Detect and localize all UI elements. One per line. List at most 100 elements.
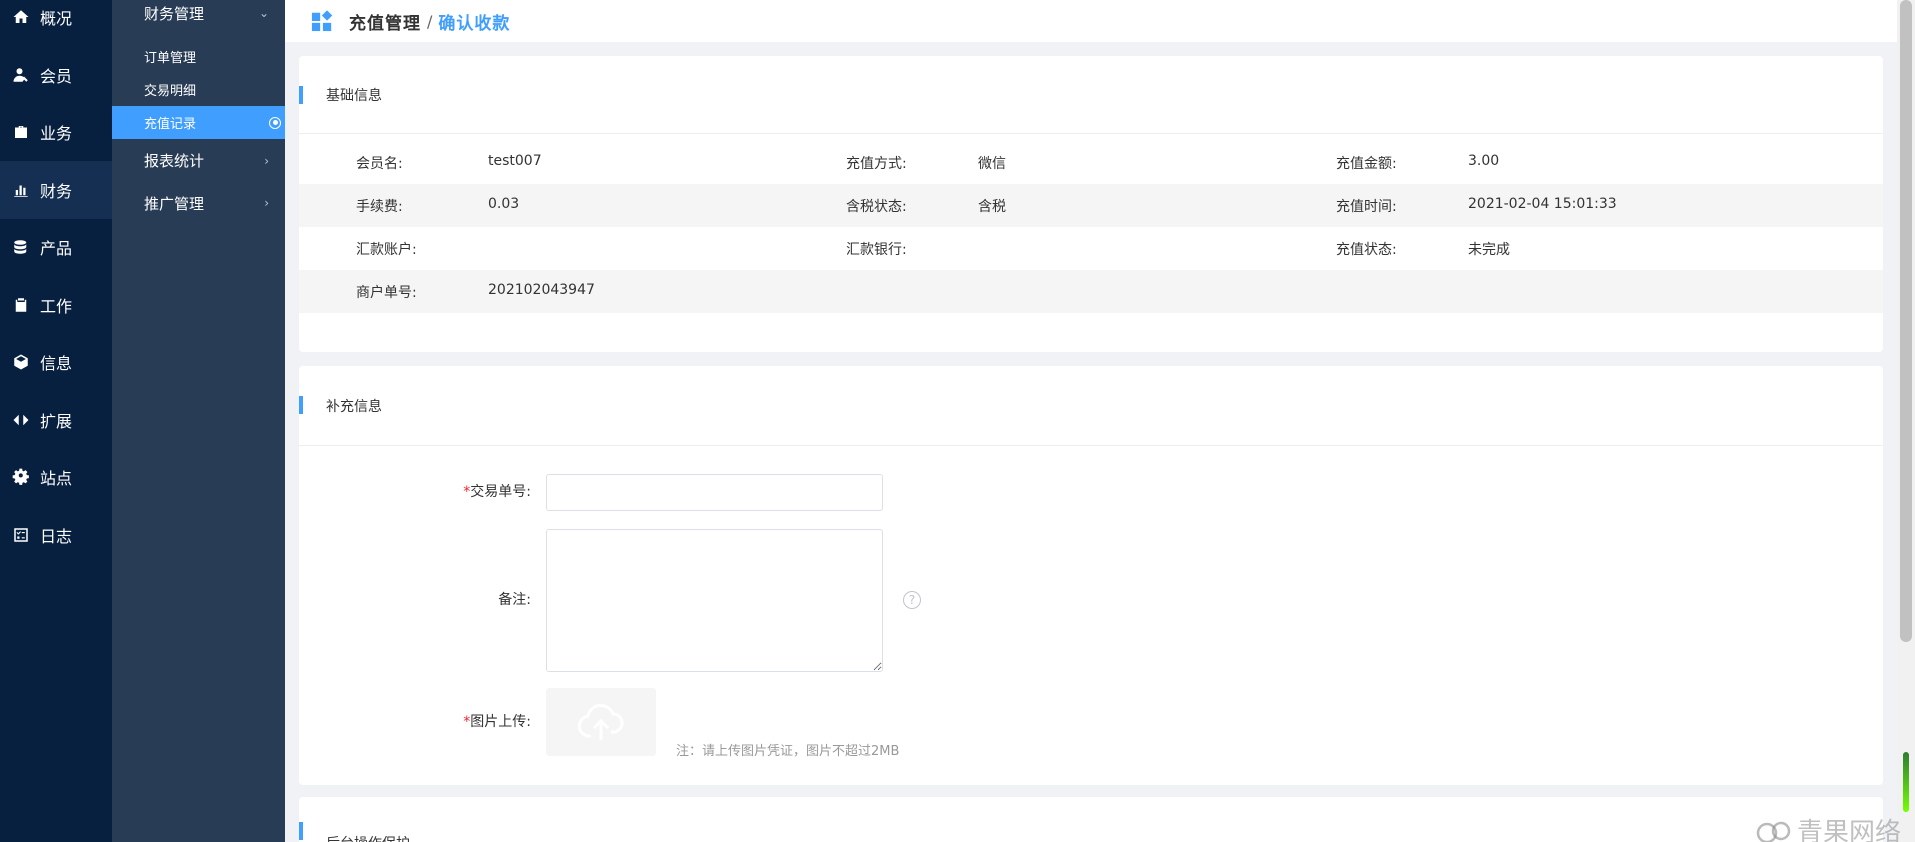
remark-label: 备注: xyxy=(498,592,531,608)
member-link[interactable]: test007 xyxy=(488,153,542,173)
method-value: 微信 xyxy=(978,155,1006,172)
scroll-indicator xyxy=(1903,752,1909,812)
merchant-value: 202102043947 xyxy=(488,281,595,298)
basic-info-card: 基础信息 会员名: test007 充值方式: 微信 充值金额: 3.00 手续费: 0… xyxy=(299,56,1883,352)
account-label: 汇款账户: xyxy=(356,241,417,258)
remark-textarea[interactable] xyxy=(546,529,883,672)
protect-card: 后台操作保护 xyxy=(299,797,1883,842)
remark-row: 备注: ? xyxy=(299,529,921,672)
nav-item-label: 产品 xyxy=(40,239,73,259)
expand-icon xyxy=(12,411,30,429)
nav-item-log[interactable]: 日志 xyxy=(0,506,112,564)
breadcrumb-parent[interactable]: 充值管理 xyxy=(349,9,421,34)
subnav-group-label: 推广管理 xyxy=(144,194,205,213)
method-label: 充值方式: xyxy=(846,155,907,172)
time-label: 充值时间: xyxy=(1336,198,1397,215)
nav-item-business[interactable]: 业务 xyxy=(0,104,112,162)
subnav-group-promotion[interactable]: 推广管理 › xyxy=(112,182,285,224)
trade-no-input[interactable] xyxy=(546,474,883,511)
upload-row: *图片上传: 注：请上传图片凭证，图片不超过2MB xyxy=(299,688,899,759)
amount-label: 充值金额: xyxy=(1336,155,1397,172)
nav-item-finance[interactable]: 财务 xyxy=(0,161,112,219)
nav-item-extension[interactable]: 扩展 xyxy=(0,391,112,449)
status-badge: 未完成 xyxy=(1468,241,1510,258)
home-icon xyxy=(12,8,30,26)
info-row: 商户单号: 202102043947 xyxy=(299,270,1883,313)
extra-info-card: 补充信息 *交易单号: 备注: ? *图片上传: 注：请上传图片凭证，图片不超过… xyxy=(299,366,1883,785)
breadcrumb: 充值管理 / 确认收款 xyxy=(285,0,1897,42)
subnav-item-label: 交易明细 xyxy=(144,84,197,99)
section-title: 后台操作保护 xyxy=(299,797,1883,842)
nav-item-label: 信息 xyxy=(40,354,73,374)
section-title: 基础信息 xyxy=(299,56,1883,134)
watermark-logo-icon xyxy=(1756,821,1791,842)
subnav-item-label: 充值记录 xyxy=(144,117,197,132)
breadcrumb-separator: / xyxy=(427,11,433,31)
tax-label: 含税状态: xyxy=(846,198,907,215)
section-title: 补充信息 xyxy=(299,366,1883,446)
chevron-right-icon: › xyxy=(264,196,269,210)
status-label: 充值状态: xyxy=(1336,241,1397,258)
member-label: 会员名: xyxy=(356,155,403,172)
tax-value: 含税 xyxy=(978,198,1006,215)
bar-chart-icon xyxy=(12,181,30,199)
trade-no-label: *交易单号: xyxy=(299,474,546,511)
upload-label: *图片上传: xyxy=(299,688,546,756)
upload-note: 注：请上传图片凭证，图片不超过2MB xyxy=(676,744,900,759)
info-row: 会员名: test007 充值方式: 微信 充值金额: 3.00 xyxy=(299,141,1883,184)
nav-item-label: 日志 xyxy=(40,526,73,546)
subnav-item-orders[interactable]: 订单管理 xyxy=(112,40,285,73)
active-dot-icon xyxy=(269,116,281,129)
fee-label: 手续费: xyxy=(356,198,403,215)
dashboard-icon xyxy=(311,10,333,32)
scrollbar[interactable] xyxy=(1897,0,1915,842)
user-icon xyxy=(12,66,30,84)
watermark-text: 青果网络 xyxy=(1797,818,1902,842)
nav-item-work[interactable]: 工作 xyxy=(0,276,112,334)
info-row: 手续费: 0.03 含税状态: 含税 充值时间: 2021-02-04 15:01:3… xyxy=(299,184,1883,227)
watermark: 青果网络 xyxy=(1755,812,1901,842)
nav-item-label: 工作 xyxy=(40,296,73,316)
gear-icon xyxy=(12,468,30,486)
merchant-label: 商户单号: xyxy=(356,284,417,301)
nav-item-label: 扩展 xyxy=(40,411,73,431)
image-upload-button[interactable] xyxy=(546,688,656,756)
cube-icon xyxy=(12,353,30,371)
primary-sidebar: 概况 会员 业务 财务 产品 工作 信息 扩展 站点 日志 xyxy=(0,0,112,842)
chevron-down-icon: ⌄ xyxy=(258,6,269,20)
nav-item-label: 会员 xyxy=(40,66,73,86)
amount-value: 3.00 xyxy=(1468,152,1500,169)
nav-item-member[interactable]: 会员 xyxy=(0,46,112,104)
nav-item-label: 业务 xyxy=(40,124,73,144)
subnav-group-finance[interactable]: 财务管理 ⌄ xyxy=(112,0,285,26)
subnav-group-report[interactable]: 报表统计 › xyxy=(112,139,285,182)
secondary-sidebar: 财务管理 ⌄ 订单管理 交易明细 充值记录 报表统计 › 推广管理 › xyxy=(112,0,285,842)
scrollbar-thumb[interactable] xyxy=(1900,0,1912,642)
subnav-item-label: 订单管理 xyxy=(144,51,197,66)
upload-label-text: 图片上传: xyxy=(470,714,531,730)
trade-no-row: *交易单号: xyxy=(299,474,883,511)
nav-item-info[interactable]: 信息 xyxy=(0,334,112,392)
time-value: 2021-02-04 15:01:33 xyxy=(1468,195,1617,212)
nav-item-label: 概况 xyxy=(40,9,73,28)
nav-item-label: 站点 xyxy=(40,469,73,489)
checklist-icon xyxy=(12,526,30,544)
nav-item-site[interactable]: 站点 xyxy=(0,449,112,507)
main-content: 充值管理 / 确认收款 基础信息 会员名: test007 充值方式: 微信 充值金… xyxy=(285,0,1897,842)
nav-item-product[interactable]: 产品 xyxy=(0,219,112,277)
breadcrumb-current: 确认收款 xyxy=(438,13,511,34)
subnav-item-transactions[interactable]: 交易明细 xyxy=(112,73,285,106)
subnav-group-label: 报表统计 xyxy=(144,152,205,170)
clipboard-icon xyxy=(12,296,30,314)
briefcase-icon xyxy=(12,123,30,141)
help-icon[interactable]: ? xyxy=(903,591,921,609)
subnav-item-recharge[interactable]: 充值记录 xyxy=(112,106,285,139)
bank-label: 汇款银行: xyxy=(846,241,907,258)
cloud-upload-icon xyxy=(577,703,624,740)
nav-item-label: 财务 xyxy=(40,181,73,201)
chevron-right-icon: › xyxy=(264,153,269,168)
nav-item-overview[interactable]: 概况 xyxy=(0,0,112,34)
database-icon xyxy=(12,238,30,256)
trade-no-label-text: 交易单号: xyxy=(470,484,531,500)
subnav-group-label: 财务管理 xyxy=(144,4,205,23)
